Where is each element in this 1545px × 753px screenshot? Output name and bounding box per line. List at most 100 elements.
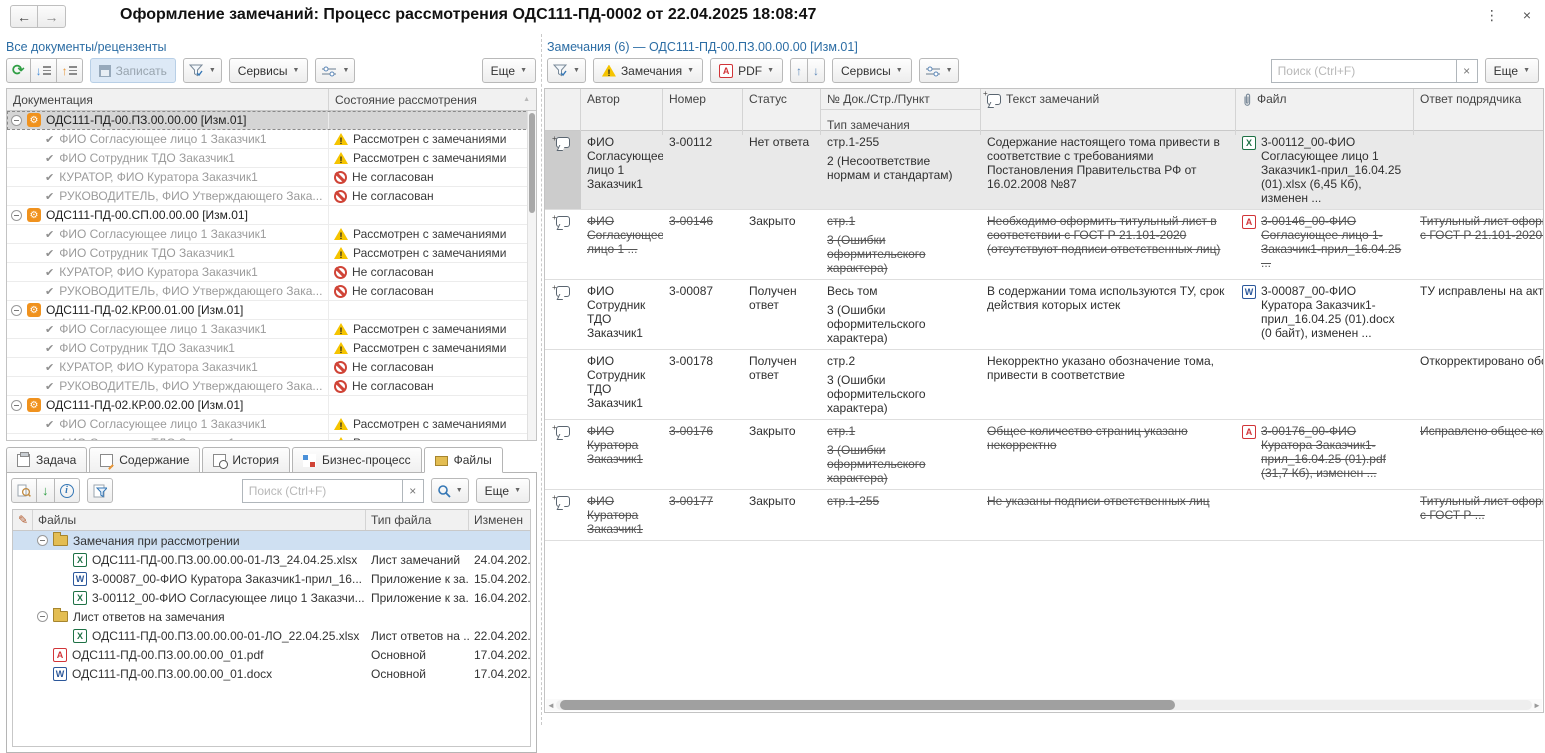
reviewer-row[interactable]: ✔РУКОВОДИТЕЛЬ, ФИО Утверждающего Зака...…	[7, 377, 536, 396]
scrollbar-thumb[interactable]	[560, 700, 1175, 710]
column-header-number[interactable]: Номер	[663, 89, 743, 135]
reviewer-row[interactable]: ✔РУКОВОДИТЕЛЬ, ФИО Утверждающего Зака...…	[7, 282, 536, 301]
forward-button[interactable]: →	[38, 5, 66, 28]
save-button[interactable]: Записать	[90, 58, 176, 83]
remarks-view-settings-button[interactable]: ▼	[919, 58, 959, 83]
files-more-button[interactable]: Еще▼	[476, 478, 530, 503]
scroll-left-icon[interactable]: ◄	[546, 701, 556, 710]
files-panel: ↓ i × ▼ Еще▼ ✎ Файлы Тип файла	[6, 472, 537, 753]
preview-button[interactable]	[11, 478, 37, 503]
remarks-sheet-button[interactable]	[87, 478, 113, 503]
collapse-icon[interactable]	[11, 305, 22, 316]
column-header-file[interactable]: Файл	[1236, 89, 1414, 135]
document-group-row[interactable]: ⚙ ОДС111-ПД-00.СП.00.00.00 [Изм.01]	[7, 206, 536, 225]
remarks-hscrollbar[interactable]: ◄ ►	[546, 699, 1542, 711]
collapse-all-button[interactable]: ↑	[57, 58, 83, 83]
document-group-row[interactable]: ⚙ ОДС111-ПД-02.КР.00.01.00 [Изм.01]	[7, 301, 536, 320]
document-group-row[interactable]: ⚙ ОДС111-ПД-00.ПЗ.00.00.00 [Изм.01]	[7, 111, 536, 130]
pdf-button[interactable]: A PDF ▼	[710, 58, 783, 83]
tab-files[interactable]: Файлы	[424, 447, 503, 473]
file-row[interactable]: X ОДС111-ПД-00.ПЗ.00.00.00-01-ЛЗ_24.04.2…	[13, 550, 530, 569]
remark-row[interactable]: ФИО Сотрудник ТДО Заказчик1 3-00178 Полу…	[545, 350, 1544, 420]
close-icon[interactable]: ×	[1523, 7, 1531, 24]
tab-2[interactable]: История	[202, 447, 290, 473]
column-header-modified[interactable]: Изменен	[469, 510, 530, 530]
reviewer-row[interactable]: ✔ФИО Согласующее лицо 1 Заказчик1 Рассмо…	[7, 415, 536, 434]
word-file-icon: W	[1242, 285, 1256, 299]
column-header-filetype[interactable]: Тип файла	[366, 510, 469, 530]
file-row[interactable]: A ОДС111-ПД-00.ПЗ.00.00.00_01.pdf Основн…	[13, 645, 530, 664]
move-down-button[interactable]: ↓	[808, 58, 825, 83]
reviewer-row[interactable]: ✔РУКОВОДИТЕЛЬ, ФИО Утверждающего Зака...…	[7, 187, 536, 206]
reviewer-row[interactable]: ✔КУРАТОР, ФИО Куратора Заказчик1 Не согл…	[7, 263, 536, 282]
scrollbar-thumb[interactable]	[529, 113, 535, 213]
check-icon: ✔	[45, 266, 54, 279]
page-title: Оформление замечаний: Процесс рассмотрен…	[120, 6, 816, 24]
file-folder-row[interactable]: Замечания при рассмотрении	[13, 531, 530, 550]
remark-row[interactable]: ФИО Куратора Заказчик1 3-00177 Закрыто с…	[545, 490, 1544, 541]
reviewer-row[interactable]: ✔ФИО Сотрудник ТДО Заказчик1 Рассмотрен …	[7, 149, 536, 168]
remark-row[interactable]: ФИО Сотрудник ТДО Заказчик1 3-00087 Полу…	[545, 280, 1544, 350]
file-row[interactable]: W ОДС111-ПД-00.ПЗ.00.00.00_01.docx Основ…	[13, 664, 530, 683]
remarks-services-button[interactable]: Сервисы▼	[832, 58, 912, 83]
reviewer-row[interactable]: ✔КУРАТОР, ФИО Куратора Заказчик1 Не согл…	[7, 358, 536, 377]
remarks-search-clear-button[interactable]: ×	[1456, 59, 1478, 83]
column-header-documentation[interactable]: Документация	[7, 89, 329, 110]
tab-0[interactable]: Задача	[6, 447, 87, 473]
column-header-doc-type[interactable]: № Док./Стр./Пункт Тип замечания	[821, 89, 981, 135]
scroll-right-icon[interactable]: ►	[1532, 701, 1542, 710]
remarks-menu-button[interactable]: Замечания ▼	[593, 58, 703, 83]
column-header-status[interactable]: Статус	[743, 89, 821, 135]
warning-icon	[334, 437, 348, 441]
remarks-filter-button[interactable]: ▼	[547, 58, 586, 83]
column-header-author[interactable]: Автор	[581, 89, 663, 135]
column-header-review-state[interactable]: Состояние рассмотрения▲	[329, 89, 536, 110]
reviewer-row[interactable]: ✔ФИО Согласующее лицо 1 Заказчик1 Рассмо…	[7, 320, 536, 339]
reviewer-row[interactable]: ✔КУРАТОР, ФИО Куратора Заказчик1 Не согл…	[7, 168, 536, 187]
tab-1[interactable]: Содержание	[89, 447, 200, 473]
download-button[interactable]: ↓	[37, 478, 55, 503]
refresh-button[interactable]: ⟳	[6, 58, 31, 83]
collapse-icon[interactable]	[11, 115, 22, 126]
files-search-input[interactable]	[242, 479, 402, 503]
reviewer-row[interactable]: ✔ФИО Сотрудник ТДО Заказчик1 Рассмотрен …	[7, 434, 536, 441]
files-search-options-button[interactable]: ▼	[431, 478, 469, 503]
file-row[interactable]: X 3-00112_00-ФИО Согласующее лицо 1 Зака…	[13, 588, 530, 607]
files-search-clear-button[interactable]: ×	[402, 479, 424, 503]
services-button[interactable]: Сервисы▼	[229, 58, 309, 83]
collapse-icon[interactable]	[37, 535, 48, 546]
info-button[interactable]: i	[55, 478, 80, 503]
expand-down-icon: ↓	[36, 64, 51, 78]
documents-tree-scrollbar[interactable]	[527, 111, 536, 441]
expand-all-button[interactable]: ↓	[31, 58, 57, 83]
move-up-button[interactable]: ↑	[790, 58, 808, 83]
more-button[interactable]: Еще▼	[482, 58, 536, 83]
file-folder-row[interactable]: Лист ответов на замечания	[13, 607, 530, 626]
file-row[interactable]: W 3-00087_00-ФИО Куратора Заказчик1-прил…	[13, 569, 530, 588]
reviewer-row[interactable]: ✔ФИО Согласующее лицо 1 Заказчик1 Рассмо…	[7, 225, 536, 244]
collapse-icon[interactable]	[11, 400, 22, 411]
file-row[interactable]: X ОДС111-ПД-00.ПЗ.00.00.00-01-ЛО_22.04.2…	[13, 626, 530, 645]
remarks-search-input[interactable]	[1271, 59, 1456, 83]
filter-button[interactable]: ▼	[183, 58, 222, 83]
column-header-files[interactable]: Файлы	[33, 510, 366, 530]
collapse-icon[interactable]	[37, 611, 48, 622]
remarks-table-header: Автор Номер Статус № Док./Стр./Пункт Тип…	[545, 89, 1544, 131]
column-header-response[interactable]: Ответ подрядчика	[1414, 89, 1544, 135]
document-group-row[interactable]: ⚙ ОДС111-ПД-02.КР.00.02.00 [Изм.01]	[7, 396, 536, 415]
reviewer-row[interactable]: ✔ФИО Согласующее лицо 1 Заказчик1 Рассмо…	[7, 130, 536, 149]
reviewer-row[interactable]: ✔ФИО Сотрудник ТДО Заказчик1 Рассмотрен …	[7, 339, 536, 358]
view-settings-button[interactable]: ▼	[315, 58, 355, 83]
nav-buttons: ← →	[10, 5, 66, 28]
remark-row[interactable]: ФИО Куратора Заказчик1 3-00176 Закрыто с…	[545, 420, 1544, 490]
remarks-more-button[interactable]: Еще▼	[1485, 58, 1539, 83]
back-button[interactable]: ←	[10, 5, 38, 28]
tab-3[interactable]: Бизнес-процесс	[292, 447, 422, 473]
remark-row[interactable]: ФИО Согласующее лицо 1 Заказчик1 3-00112…	[545, 131, 1544, 210]
document-process-icon: ⚙	[27, 113, 41, 127]
menu-icon[interactable]: ⋮	[1485, 7, 1499, 24]
reviewer-row[interactable]: ✔ФИО Сотрудник ТДО Заказчик1 Рассмотрен …	[7, 244, 536, 263]
remark-row[interactable]: ФИО Согласующее лицо 1 ... 3-00146 Закры…	[545, 210, 1544, 280]
collapse-icon[interactable]	[11, 210, 22, 221]
column-header-text[interactable]: Текст замечаний	[981, 89, 1236, 135]
